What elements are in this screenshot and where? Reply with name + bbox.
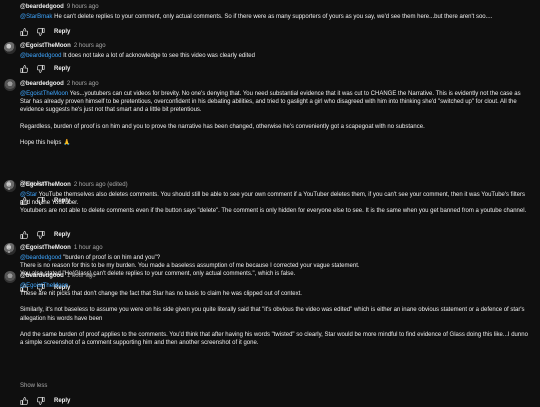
comment-text: YouTube themselves also deletes comments… bbox=[20, 192, 526, 207]
comment-time[interactable]: 9 hours ago bbox=[67, 4, 99, 10]
comment-actions: Reply bbox=[20, 396, 70, 406]
comment-actions: Reply bbox=[20, 230, 70, 240]
more-actions-icon[interactable] bbox=[8, 181, 11, 190]
comment-paragraph: There is no reason for this to be my bur… bbox=[20, 263, 360, 270]
comment-header: @EgoistTheMoon 2 hours ago bbox=[20, 42, 106, 50]
comment-header: @beardedgood 1 hour ago bbox=[20, 272, 96, 280]
comment-text: These are nit picks that don't change th… bbox=[20, 291, 302, 298]
mention-link[interactable]: @beardedgood bbox=[20, 255, 61, 261]
comment-header: @EgoistTheMoon 2 hours ago (edited) bbox=[20, 181, 128, 189]
comment-text: "burden of proof is on him and you"? bbox=[61, 255, 161, 261]
mention-link[interactable]: @beardedgood bbox=[20, 53, 61, 59]
dislike-icon[interactable] bbox=[37, 65, 45, 73]
comment-time[interactable]: 2 hours ago bbox=[74, 43, 106, 49]
comment-author[interactable]: @EgoistTheMoon bbox=[20, 245, 71, 251]
comment-actions: Reply bbox=[20, 64, 70, 74]
avatar[interactable] bbox=[4, 79, 16, 91]
comment-paragraph: Hope this helps 🙏 bbox=[20, 139, 71, 146]
dislike-icon[interactable] bbox=[37, 397, 45, 405]
comment-paragraph: Similarly, it's not baseless to assume y… bbox=[20, 307, 525, 322]
comment-body: @beardedgood "burden of proof is on him … bbox=[20, 254, 530, 279]
like-icon[interactable] bbox=[20, 28, 28, 36]
reply-button[interactable]: Reply bbox=[54, 28, 70, 36]
comment-author[interactable]: @beardedgood bbox=[20, 273, 64, 279]
reply-button[interactable]: Reply bbox=[54, 65, 70, 73]
comment-text: Yes...youtubers can cut videos for brevi… bbox=[20, 91, 521, 114]
comment-paragraph: Youtubers are not able to delete comment… bbox=[20, 208, 527, 215]
dislike-icon[interactable] bbox=[37, 28, 45, 36]
comment-header: @beardedgood 2 hours ago bbox=[20, 80, 99, 88]
mention-link[interactable]: @EgoistTheMoon bbox=[20, 91, 68, 97]
like-icon[interactable] bbox=[20, 65, 28, 73]
comment-header: @EgoistTheMoon 1 hour ago bbox=[20, 244, 103, 252]
comment-actions: Reply bbox=[20, 27, 70, 37]
comment-text: It does not take a lot of acknowledge to… bbox=[61, 53, 255, 59]
comment-time[interactable]: 2 hours ago (edited) bbox=[74, 182, 128, 188]
like-icon[interactable] bbox=[20, 231, 28, 239]
comment-time[interactable]: 2 hours ago bbox=[67, 81, 99, 87]
mention-link[interactable]: @StarBmak bbox=[20, 14, 52, 20]
comment-body: @EgoistTheMoon These are nit picks that … bbox=[20, 282, 530, 347]
mention-link[interactable]: @EgoistTheMoon bbox=[20, 282, 530, 290]
comment-body: @Star YouTube themselves also deletes co… bbox=[20, 191, 530, 216]
comment-paragraph: Regardless, burden of proof is on him an… bbox=[20, 123, 425, 130]
avatar[interactable] bbox=[4, 271, 16, 283]
avatar[interactable] bbox=[4, 42, 16, 54]
comment-header: @beardedgood 9 hours ago bbox=[20, 3, 99, 11]
comment-author[interactable]: @beardedgood bbox=[20, 4, 64, 10]
comment-body: @StarBmak He can't delete replies to you… bbox=[20, 13, 530, 21]
comment-author[interactable]: @beardedgood bbox=[20, 81, 64, 87]
comment-time[interactable]: 1 hour ago bbox=[67, 273, 96, 279]
dislike-icon[interactable] bbox=[37, 231, 45, 239]
comment-body: @beardedgood It does not take a lot of a… bbox=[20, 52, 530, 60]
reply-button[interactable]: Reply bbox=[54, 231, 70, 239]
show-less-link[interactable]: Show less bbox=[20, 382, 47, 390]
comment-author[interactable]: @EgoistTheMoon bbox=[20, 182, 71, 188]
more-actions-icon[interactable] bbox=[8, 244, 11, 253]
comment-time[interactable]: 1 hour ago bbox=[74, 245, 103, 251]
comment-paragraph: And the same burden of proof applies to … bbox=[20, 331, 528, 347]
comment-author[interactable]: @EgoistTheMoon bbox=[20, 43, 71, 49]
reply-button[interactable]: Reply bbox=[54, 397, 70, 405]
comment-paragraph: You also stated "He(Glass) can't delete … bbox=[20, 271, 296, 278]
mention-link[interactable]: @Star bbox=[20, 192, 37, 198]
like-icon[interactable] bbox=[20, 397, 28, 405]
comment-body: @EgoistTheMoon Yes...youtubers can cut v… bbox=[20, 90, 530, 147]
comment-text: He can't delete replies to your comment,… bbox=[52, 14, 493, 20]
